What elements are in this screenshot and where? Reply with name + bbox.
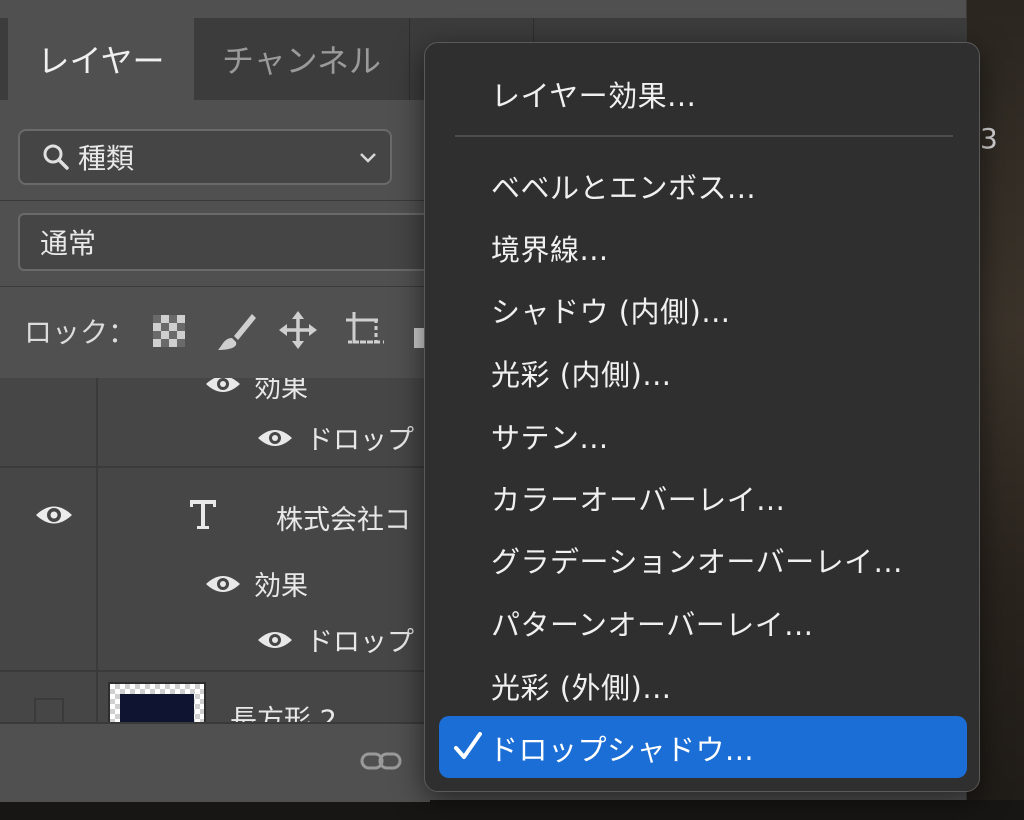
tab-layers[interactable]: レイヤー (8, 18, 194, 100)
layer-effects-menu: レイヤー効果... ベベルとエンボス... 境界線... シャドウ (内側)..… (424, 42, 980, 792)
link-icon[interactable] (360, 746, 402, 776)
layer-thumbnail[interactable] (108, 682, 206, 722)
background-strip (0, 800, 1024, 820)
canvas-edge-text: 3 (980, 122, 998, 155)
lock-transparent-pixels-icon[interactable] (152, 314, 186, 348)
menu-separator (455, 135, 953, 137)
layer-effect-drop-shadow[interactable]: ドロップ (306, 620, 414, 659)
eye-icon[interactable] (256, 426, 294, 450)
tab-channels[interactable]: チャンネル (194, 18, 410, 100)
text-layer-name[interactable]: 株式会社コ (276, 498, 411, 537)
blend-mode-label: 通常 (40, 227, 97, 260)
menu-item-inner-shadow[interactable]: シャドウ (内側)... (491, 289, 731, 331)
divider (0, 200, 430, 201)
eye-icon[interactable] (256, 628, 294, 652)
menu-item-drop-shadow-label: ドロップシャドウ... (489, 733, 755, 767)
text-layer-icon (190, 500, 216, 529)
row-divider (0, 466, 430, 468)
rectangle-layer-name[interactable]: 長方形 2 (230, 698, 337, 722)
menu-item-outer-glow[interactable]: 光彩 (外側)... (491, 665, 672, 707)
menu-item-inner-glow[interactable]: 光彩 (内側)... (491, 352, 672, 394)
lock-label: ロック： (24, 316, 137, 349)
blend-mode-dropdown[interactable]: 通常 (18, 213, 448, 271)
lock-position-icon[interactable] (278, 310, 318, 350)
menu-item-gradient-overlay[interactable]: グラデーションオーバーレイ... (491, 539, 903, 581)
lock-artboard-icon[interactable] (344, 310, 388, 350)
menu-item-layer-effects[interactable]: レイヤー効果... (491, 73, 696, 115)
menu-item-color-overlay[interactable]: カラーオーバーレイ... (491, 477, 785, 519)
layers-list: 効果 ドロップ 株式会社コ 効果 ドロップ 長方形 2 (0, 378, 430, 722)
layer-filter-dropdown[interactable]: 種類 (18, 129, 392, 185)
lock-image-pixels-icon[interactable] (214, 310, 258, 354)
layer-visibility-toggle[interactable] (34, 698, 64, 722)
panel-bottom-bar (0, 722, 430, 802)
layer-visibility-eye-icon[interactable] (34, 502, 74, 528)
chevron-down-icon (360, 153, 376, 163)
search-icon (43, 144, 69, 170)
menu-item-stroke[interactable]: 境界線... (491, 227, 609, 269)
row-divider (0, 670, 430, 672)
menu-item-pattern-overlay[interactable]: パターンオーバーレイ... (491, 602, 813, 644)
divider (0, 286, 430, 287)
eye-icon[interactable] (204, 572, 242, 596)
filter-label: 種類 (78, 142, 135, 175)
checkmark-icon (454, 732, 482, 759)
menu-item-drop-shadow[interactable]: ドロップシャドウ... (439, 716, 967, 778)
layer-effects-label: 効果 (254, 378, 308, 404)
layer-effect-drop-shadow[interactable]: ドロップ (306, 418, 414, 457)
eye-icon[interactable] (204, 378, 242, 396)
layer-effects-label: 効果 (254, 571, 308, 602)
menu-item-satin[interactable]: サテン... (491, 415, 609, 457)
menu-item-bevel-emboss[interactable]: ベベルとエンボス... (491, 165, 756, 207)
